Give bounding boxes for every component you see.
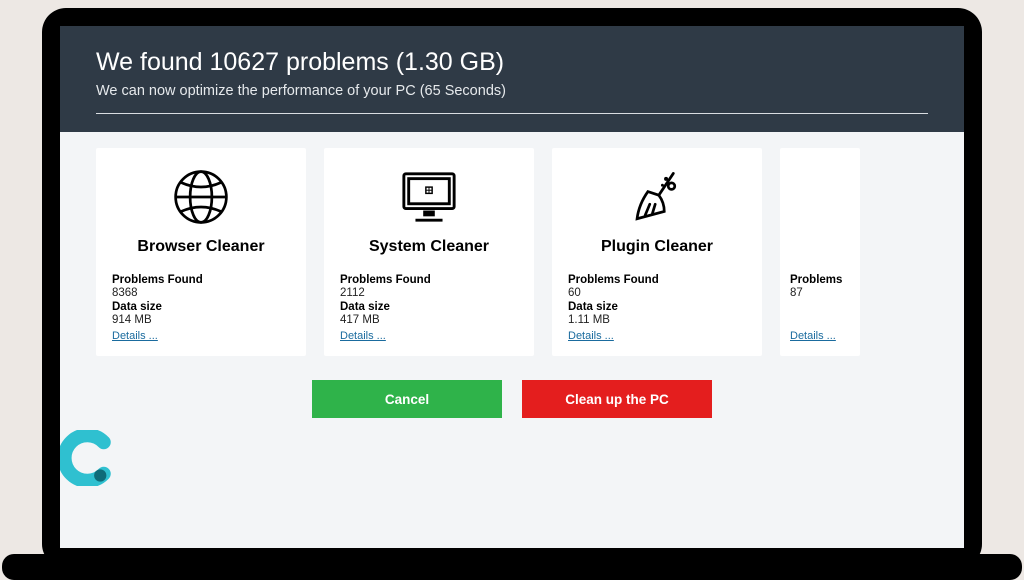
cancel-button[interactable]: Cancel — [312, 380, 502, 418]
data-size-label: Data size — [112, 301, 290, 313]
card-browser-cleaner: Browser Cleaner Problems Found 8368 Data… — [96, 148, 306, 356]
data-size-label: Data size — [568, 301, 746, 313]
monitor-icon — [340, 162, 518, 232]
broom-icon — [568, 162, 746, 232]
card-next-partial: Problems 87 Details ... — [780, 148, 860, 356]
problems-found-value: 60 — [568, 287, 746, 299]
data-size-label: Data size — [340, 301, 518, 313]
data-size-value: 417 MB — [340, 314, 518, 326]
app-screen: We found 10627 problems (1.30 GB) We can… — [60, 26, 964, 548]
problems-found-value: 87 — [790, 287, 860, 299]
card-system-cleaner: System Cleaner Problems Found 2112 Data … — [324, 148, 534, 356]
results-header: We found 10627 problems (1.30 GB) We can… — [60, 26, 964, 132]
results-title: We found 10627 problems (1.30 GB) — [96, 48, 928, 77]
laptop-base — [2, 554, 1022, 580]
data-size-value: 914 MB — [112, 314, 290, 326]
card-title — [790, 238, 860, 256]
data-size-label — [790, 301, 860, 313]
problems-found-value: 8368 — [112, 287, 290, 299]
details-link[interactable]: Details ... — [112, 330, 158, 342]
results-subtitle: We can now optimize the performance of y… — [96, 83, 928, 99]
clean-up-button[interactable]: Clean up the PC — [522, 380, 712, 418]
card-title: Browser Cleaner — [112, 238, 290, 256]
data-size-value — [790, 314, 860, 326]
card-title: System Cleaner — [340, 238, 518, 256]
card-plugin-cleaner: Plugin Cleaner Problems Found 60 Data si… — [552, 148, 762, 356]
details-link[interactable]: Details ... — [340, 330, 386, 342]
problems-found-value: 2112 — [340, 287, 518, 299]
laptop-frame: We found 10627 problems (1.30 GB) We can… — [42, 8, 982, 568]
details-link[interactable]: Details ... — [568, 330, 614, 342]
globe-icon — [112, 162, 290, 232]
action-bar: Cancel Clean up the PC — [60, 372, 964, 438]
header-divider — [96, 113, 928, 114]
problems-found-label: Problems Found — [568, 274, 746, 286]
cleaner-cards-row: Browser Cleaner Problems Found 8368 Data… — [60, 132, 964, 372]
problems-found-label: Problems Found — [340, 274, 518, 286]
unknown-icon — [790, 162, 860, 232]
data-size-value: 1.11 MB — [568, 314, 746, 326]
card-title: Plugin Cleaner — [568, 238, 746, 256]
details-link[interactable]: Details ... — [790, 330, 836, 342]
watermark-logo — [60, 430, 116, 486]
problems-found-label: Problems Found — [112, 274, 290, 286]
problems-found-label: Problems — [790, 274, 860, 286]
